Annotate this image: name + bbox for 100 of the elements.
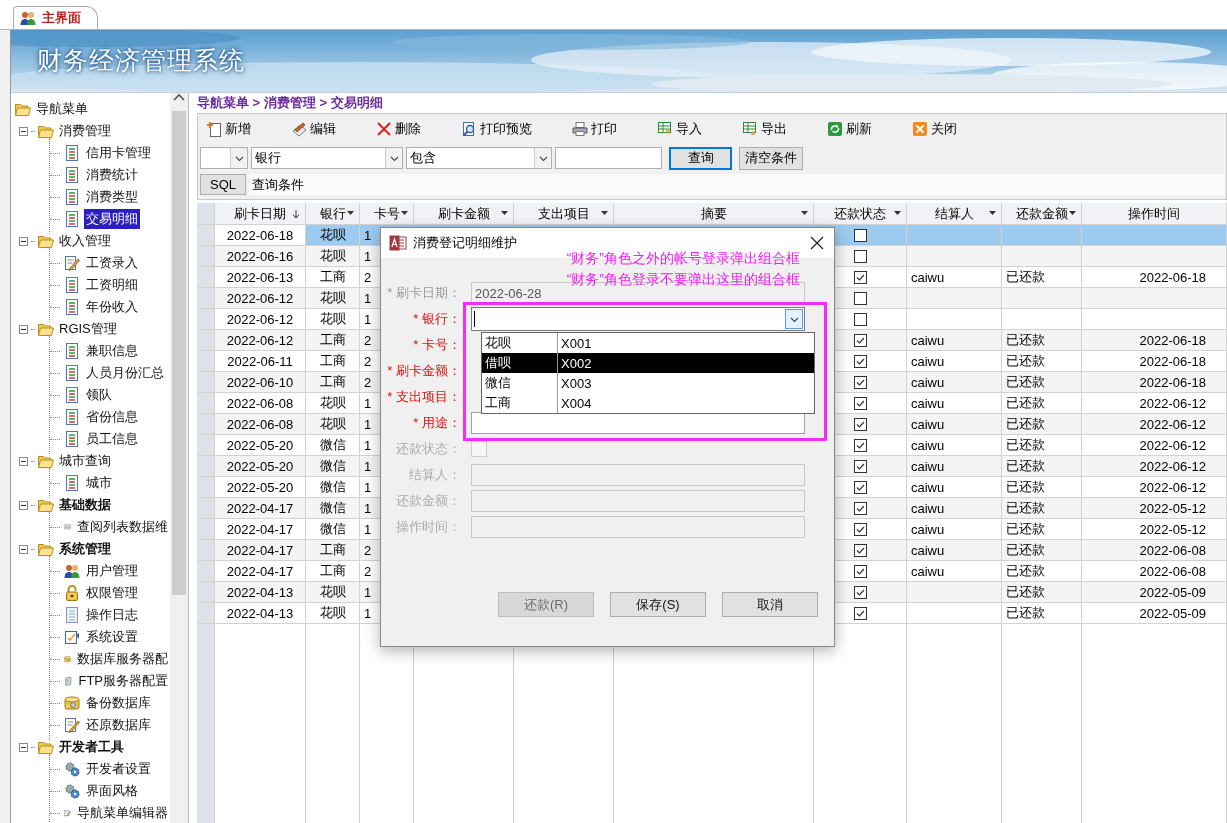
dropdown-option[interactable]: 借呗 X002 [482,353,814,373]
tree-item[interactable]: 省份信息 [84,407,140,427]
tree-item[interactable]: 交易明细 [84,209,140,229]
table-cell: caiwu [907,372,1002,393]
row-header[interactable] [197,351,215,372]
field-label: * 用途： [412,414,462,432]
tree-item[interactable]: 工资录入 [84,253,140,273]
row-header[interactable] [197,267,215,288]
tree-item[interactable]: RGIS管理 [57,319,119,339]
tree-item[interactable]: 消费类型 [84,187,140,207]
close-icon[interactable] [810,236,824,250]
toolbar-button[interactable]: 导入 [655,118,740,140]
tree-item[interactable]: 备份数据库 [84,693,153,713]
tree-item[interactable]: 兼职信息 [84,341,140,361]
dropdown-field[interactable] [200,147,248,169]
collapse-icon[interactable] [19,544,28,554]
tree-item[interactable]: 领队 [84,385,114,405]
row-header[interactable] [197,330,215,351]
collapse-icon[interactable] [19,500,28,510]
scrollbar[interactable] [170,93,188,823]
column-header[interactable]: 银行 [306,203,360,225]
collapse-icon[interactable] [19,126,28,136]
tree-item[interactable]: 员工信息 [84,429,140,449]
toolbar-button[interactable]: 打印 [570,118,655,140]
column-header[interactable]: 刷卡金额 [414,203,514,225]
tree-item[interactable]: 数据库服务器配 [75,649,170,669]
tree-item[interactable]: 年份收入 [84,297,140,317]
column-header[interactable]: 摘要 [614,203,814,225]
column-header[interactable]: 支出项目 [514,203,614,225]
row-header[interactable] [197,456,215,477]
toolbar-button[interactable]: 新增 [204,118,289,140]
tree-item[interactable]: 权限管理 [84,583,140,603]
column-header[interactable]: 卡号 [360,203,414,225]
tree-item[interactable]: 收入管理 [57,231,113,251]
dialog-button[interactable]: 取消 [722,592,818,617]
dropdown-field[interactable] [471,307,805,331]
row-header[interactable] [197,435,215,456]
row-header[interactable] [197,393,215,414]
input-field[interactable] [471,412,805,434]
tree-item[interactable]: 导航菜单编辑器 [75,803,170,823]
column-header[interactable]: 操作时间 [1082,203,1227,225]
toolbar-button[interactable]: 关闭 [910,118,995,140]
row-header[interactable] [197,309,215,330]
tree-item[interactable]: 城市查询 [57,451,113,471]
tree-item[interactable]: 开发者设置 [84,759,153,779]
tree-item[interactable]: 消费管理 [57,121,113,141]
tree-item[interactable]: 消费统计 [84,165,140,185]
tree-item[interactable]: 系统管理 [57,539,113,559]
tree-item[interactable]: 信用卡管理 [84,143,153,163]
row-header[interactable] [197,246,215,267]
tree-item[interactable]: 基础数据 [57,495,113,515]
row-header[interactable] [197,561,215,582]
column-header[interactable]: 还款状态 [814,203,907,225]
toolbar-button[interactable]: 导出 [740,118,825,140]
tree-item[interactable]: FTP服务器配置 [76,671,170,691]
tree-item[interactable]: 还原数据库 [84,715,153,735]
row-header[interactable] [197,582,215,603]
tree-item[interactable]: 界面风格 [84,781,140,801]
column-header[interactable]: 结算人 [907,203,1002,225]
tree-item[interactable]: 人员月份汇总 [84,363,166,383]
toolbar-button[interactable]: 刷新 [825,118,910,140]
toolbar-button[interactable]: 编辑 [289,118,374,140]
document-icon [64,189,80,205]
dropdown-option[interactable]: 微信 X003 [482,373,814,393]
column-header[interactable]: 还款金额 [1002,203,1082,225]
collapse-icon[interactable] [19,324,28,334]
main-tab[interactable]: 主界面 [13,6,98,29]
tree-item[interactable]: 系统设置 [84,627,140,647]
tree-item[interactable]: 工资明细 [84,275,140,295]
tree-item[interactable]: 开发者工具 [57,737,126,757]
collapse-icon[interactable] [19,456,28,466]
toolbar-button[interactable]: 打印预览 [459,118,570,140]
row-header[interactable] [197,225,215,246]
row-header[interactable] [197,519,215,540]
row-header[interactable] [197,288,215,309]
row-header[interactable] [197,414,215,435]
magnifier-document-icon [461,121,477,137]
dropdown-field[interactable]: 银行 [251,147,403,169]
dialog-button[interactable]: 保存(S) [610,592,706,617]
row-header[interactable] [197,372,215,393]
filter-button[interactable]: 查询 [669,146,732,170]
column-header[interactable]: 刷卡日期 [215,203,306,225]
collapse-icon[interactable] [19,236,28,246]
row-header[interactable] [197,540,215,561]
tree-item[interactable]: 导航菜单 [34,99,90,119]
toolbar-button[interactable]: 删除 [374,118,459,140]
tree-item[interactable]: 城市 [84,473,114,493]
input-field[interactable] [555,147,662,169]
row-header[interactable] [197,498,215,519]
tree-item[interactable]: 查阅列表数据维 [75,517,170,537]
sql-button[interactable]: SQL [200,173,246,195]
scrollbar-thumb[interactable] [172,111,186,595]
tree-item[interactable]: 操作日志 [84,605,140,625]
collapse-icon[interactable] [19,742,28,752]
row-header[interactable] [197,477,215,498]
filter-button[interactable]: 清空条件 [739,146,803,170]
tree-item[interactable]: 用户管理 [84,561,140,581]
dropdown-field[interactable]: 包含 [406,147,552,169]
row-header[interactable] [197,603,215,624]
dropdown-option[interactable]: 工商 X004 [482,393,814,413]
